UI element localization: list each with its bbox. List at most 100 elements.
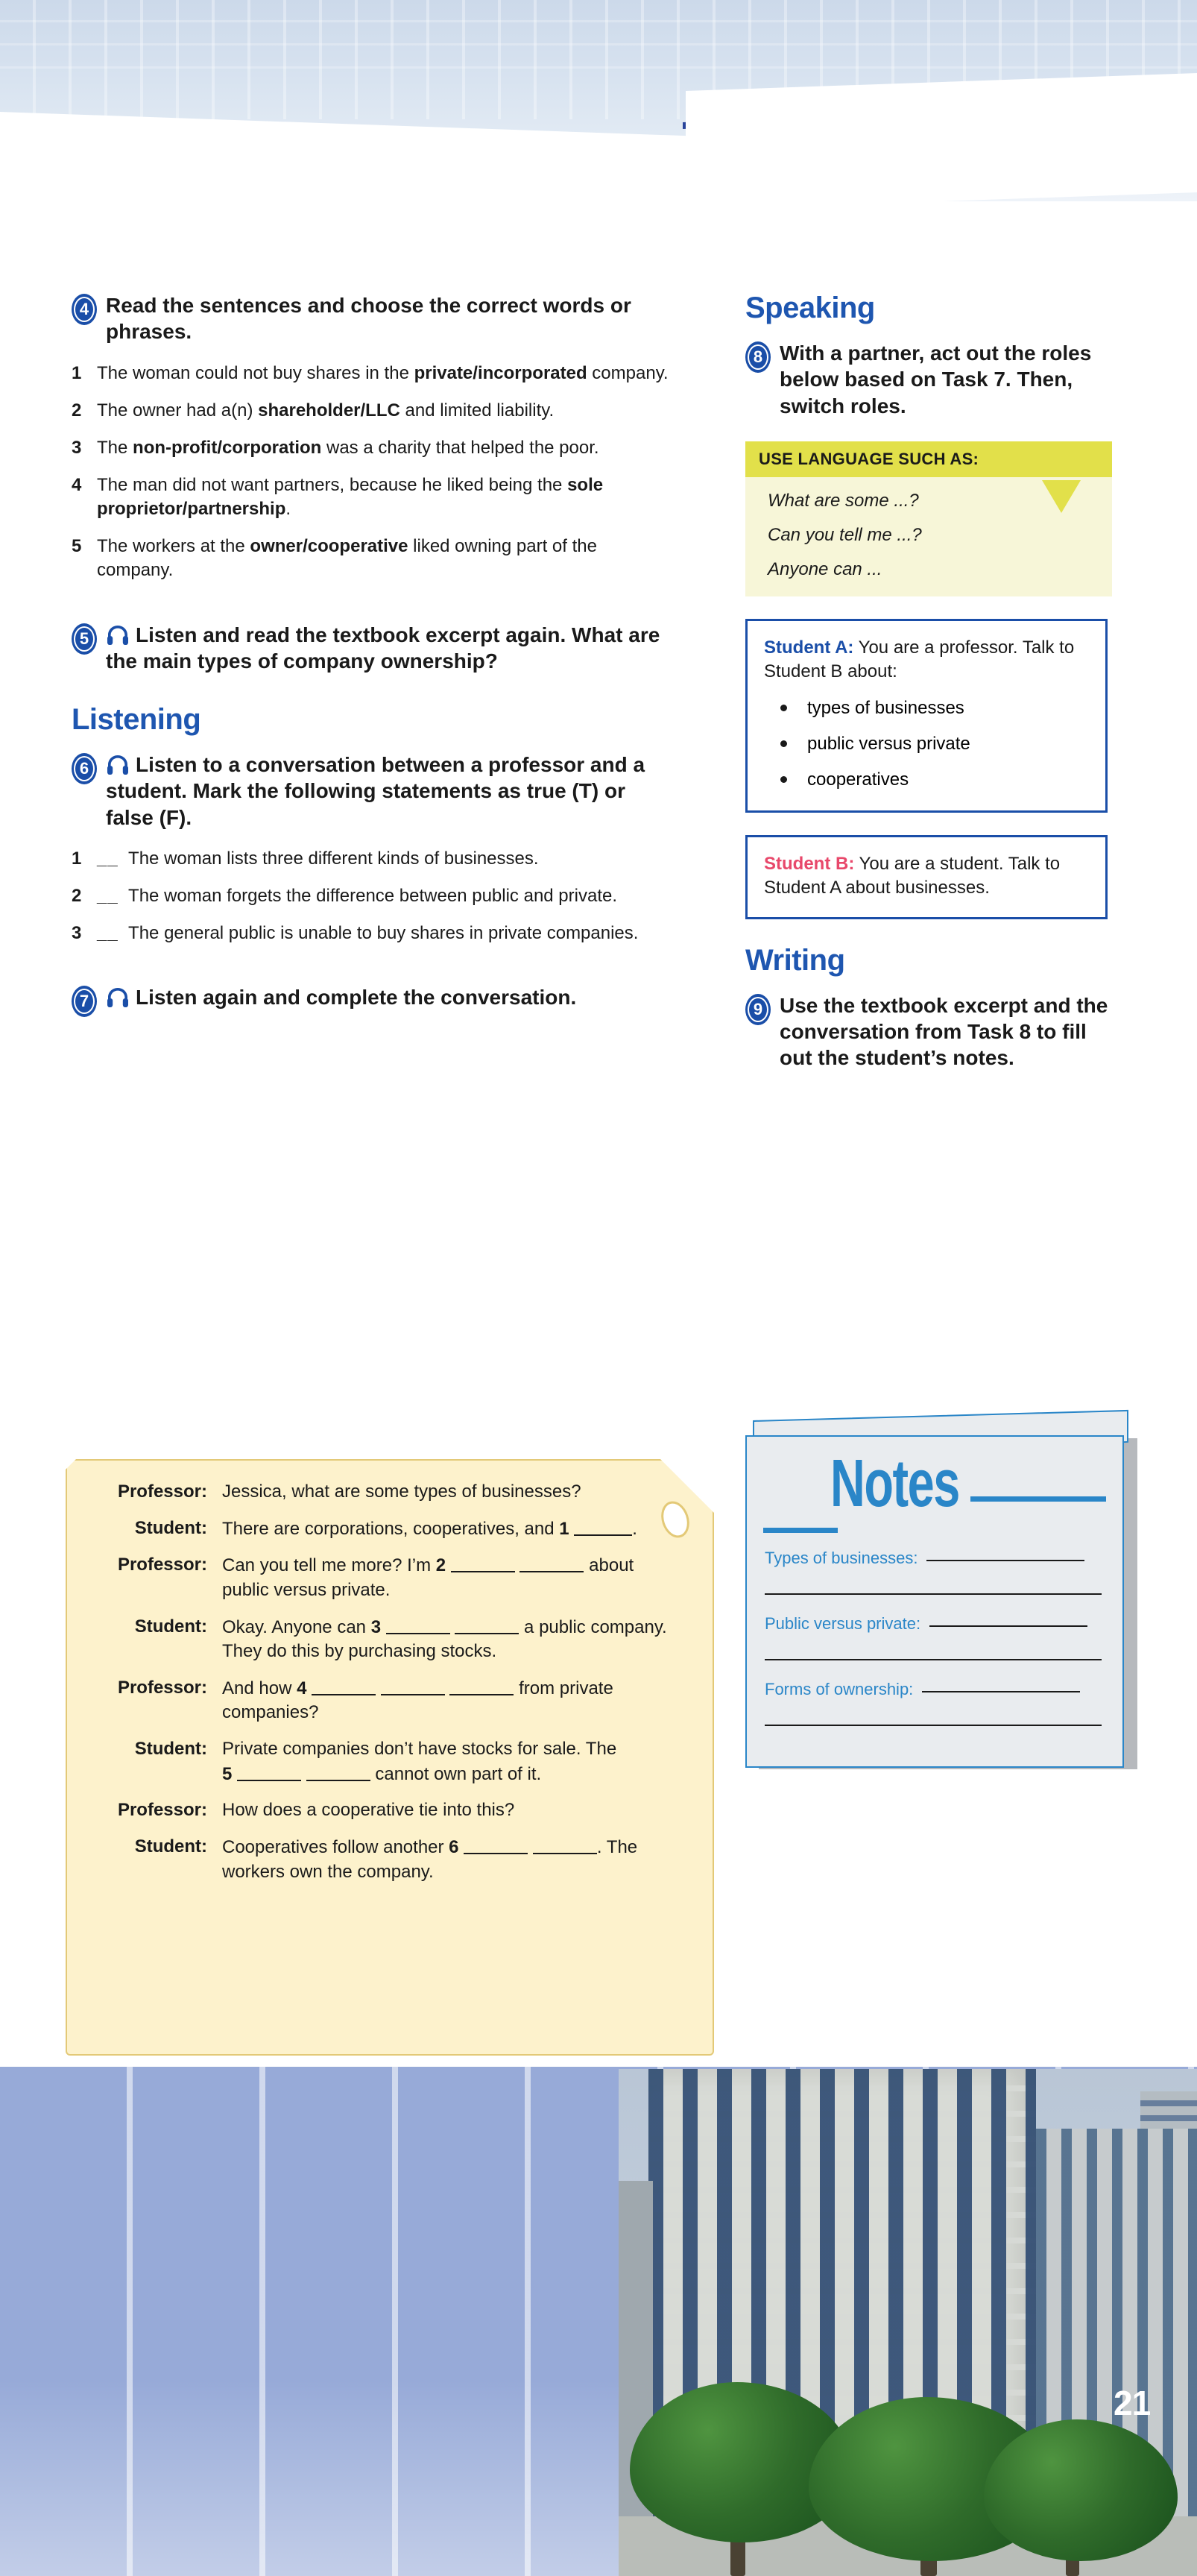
header-mask-right	[686, 72, 1197, 201]
task-5-instruction: Listen and read the textbook excerpt aga…	[106, 623, 660, 673]
speaker-label: Student:	[134, 1517, 207, 1538]
item-number: 5	[72, 536, 82, 557]
fill-in-blank[interactable]	[450, 1553, 515, 1573]
speaker-text: Jessica, what are some types of business…	[222, 1481, 581, 1502]
notes-write-line[interactable]	[765, 1725, 1102, 1726]
notes-rule-left	[763, 1528, 838, 1533]
item-text: __ The woman forgets the difference betw…	[97, 886, 618, 907]
task-4: 4 Read the sentences and choose the corr…	[72, 292, 675, 345]
notes-field: Forms of ownership:	[765, 1680, 1105, 1726]
headphones-icon	[107, 625, 128, 645]
speaker-text: There are corporations, cooperatives, an…	[222, 1517, 681, 1542]
speaker-label: Professor:	[117, 1677, 207, 1698]
headphones-icon	[107, 988, 128, 1008]
task-number-7: 7	[79, 992, 89, 1011]
task-number-badge-5: 5	[72, 623, 97, 655]
fill-in-blank[interactable]	[237, 1762, 302, 1781]
student-a-label: Student A:	[764, 637, 854, 658]
fill-in-blank[interactable]	[464, 1835, 528, 1854]
student-a-text: Student A: You are a professor. Talk to …	[764, 637, 1075, 682]
fill-in-blank[interactable]	[455, 1615, 519, 1634]
fill-in-blank[interactable]	[574, 1517, 633, 1536]
conversation-tag-card: Professor: Jessica, what are some types …	[66, 1459, 714, 2056]
student-a-topics: types of businesses public versus privat…	[764, 696, 1089, 793]
listening-heading: Listening	[72, 703, 201, 737]
left-column: 4 Read the sentences and choose the corr…	[72, 292, 675, 1018]
list-item: 2 __ The woman forgets the difference be…	[72, 884, 675, 908]
dialogue-line: Professor: And how 4 from private compan…	[88, 1676, 681, 1725]
task-7-instruction: Listen again and complete the conversati…	[106, 984, 576, 1010]
task-5: 5 Listen and read the textbook excerpt a…	[72, 622, 675, 675]
item-number: 4	[72, 475, 82, 495]
notes-field: Types of businesses:	[765, 1549, 1105, 1595]
task-number-badge-4: 4	[72, 294, 97, 325]
blank-number: 1	[559, 1518, 569, 1539]
page-number: 21	[1114, 2384, 1151, 2422]
task-number-5: 5	[79, 629, 89, 648]
headphones-icon	[107, 755, 128, 775]
fill-in-blank[interactable]	[449, 1676, 514, 1695]
choice-pair: private/incorporated	[414, 362, 587, 383]
speaker-label: Professor:	[117, 1481, 207, 1502]
dialogue-line: Student: There are corporations, coopera…	[88, 1517, 681, 1542]
fill-in-blank[interactable]	[519, 1553, 584, 1573]
task-8-instruction: With a partner, act out the roles below …	[780, 341, 1092, 418]
task-9-instruction: Use the textbook excerpt and the convers…	[780, 993, 1108, 1070]
dialogue-line: Professor: How does a cooperative tie in…	[88, 1798, 681, 1823]
task-number-6: 6	[79, 759, 89, 778]
notes-title-row: Notes	[747, 1437, 1122, 1549]
fill-in-blank[interactable]	[385, 1615, 450, 1634]
item-text: The woman could not buy shares in the pr…	[97, 362, 669, 383]
list-item: 4 The man did not want partners, because…	[72, 473, 675, 521]
item-text: __ The woman lists three different kinds…	[97, 848, 539, 869]
dialogue-line: Student: Private companies don’t have st…	[88, 1737, 681, 1786]
choice-pair: shareholder/LLC	[258, 400, 400, 421]
item-number: 3	[72, 923, 82, 944]
speaker-text: How does a cooperative tie into this?	[222, 1800, 515, 1821]
task-number-badge-8: 8	[745, 341, 771, 373]
list-item: cooperatives	[780, 768, 1089, 792]
office-building-photo	[619, 2069, 1197, 2576]
true-false-blank[interactable]: __	[97, 848, 119, 869]
notes-field-label: Forms of ownership:	[765, 1680, 914, 1698]
textbook-page: 21 4 Read the sentences and choose the c…	[0, 0, 1197, 2576]
student-a-box: Student A: You are a professor. Talk to …	[745, 618, 1108, 813]
speaker-text: Cooperatives follow another 6 . The work…	[222, 1835, 681, 1884]
page-header-decoration	[0, 0, 1197, 201]
use-language-pointer	[1042, 479, 1081, 513]
blank-number: 3	[370, 1616, 382, 1637]
item-number: 2	[72, 886, 82, 907]
speaker-text: Private companies don’t have stocks for …	[222, 1739, 617, 1784]
task-6: 6 Listen to a conversation between a pro…	[72, 752, 675, 831]
student-notes-card: Notes Types of businesses: Public versus…	[745, 1409, 1140, 1769]
student-b-label: Student B:	[764, 853, 855, 874]
task-4-sentence-list: 1 The woman could not buy shares in the …	[72, 362, 675, 583]
item-text: The owner had a(n) shareholder/LLC and l…	[97, 400, 555, 421]
notes-write-line[interactable]	[926, 1560, 1085, 1561]
item-text: The non-profit/corporation was a charity…	[97, 437, 599, 458]
task-number-badge-9: 9	[745, 993, 771, 1025]
task-6-instruction: Listen to a conversation between a profe…	[106, 753, 645, 829]
fill-in-blank[interactable]	[312, 1676, 376, 1695]
list-item: public versus private	[780, 732, 1089, 756]
fill-in-blank[interactable]	[532, 1835, 597, 1854]
speaker-label: Student:	[134, 1836, 207, 1857]
use-language-header: USE LANGUAGE SUCH AS:	[745, 441, 1112, 477]
speaker-label: Professor:	[117, 1800, 207, 1821]
student-b-box: Student B: You are a student. Talk to St…	[745, 834, 1108, 919]
true-false-blank[interactable]: __	[97, 923, 119, 943]
notes-write-line[interactable]	[765, 1659, 1102, 1660]
blank-number: 4	[297, 1678, 307, 1698]
notes-write-line[interactable]	[922, 1691, 1081, 1692]
task-6-statement-list: 1 __ The woman lists three different kin…	[72, 847, 675, 945]
speaker-label: Student:	[134, 1739, 207, 1759]
blank-number: 2	[435, 1555, 446, 1576]
notes-write-line[interactable]	[929, 1625, 1088, 1627]
fill-in-blank[interactable]	[380, 1676, 445, 1695]
fill-in-blank[interactable]	[306, 1762, 370, 1781]
list-item: 3 The non-profit/corporation was a chari…	[72, 436, 675, 460]
writing-heading: Writing	[745, 943, 845, 977]
notes-write-line[interactable]	[765, 1593, 1102, 1595]
item-number: 2	[72, 400, 82, 421]
true-false-blank[interactable]: __	[97, 886, 119, 906]
